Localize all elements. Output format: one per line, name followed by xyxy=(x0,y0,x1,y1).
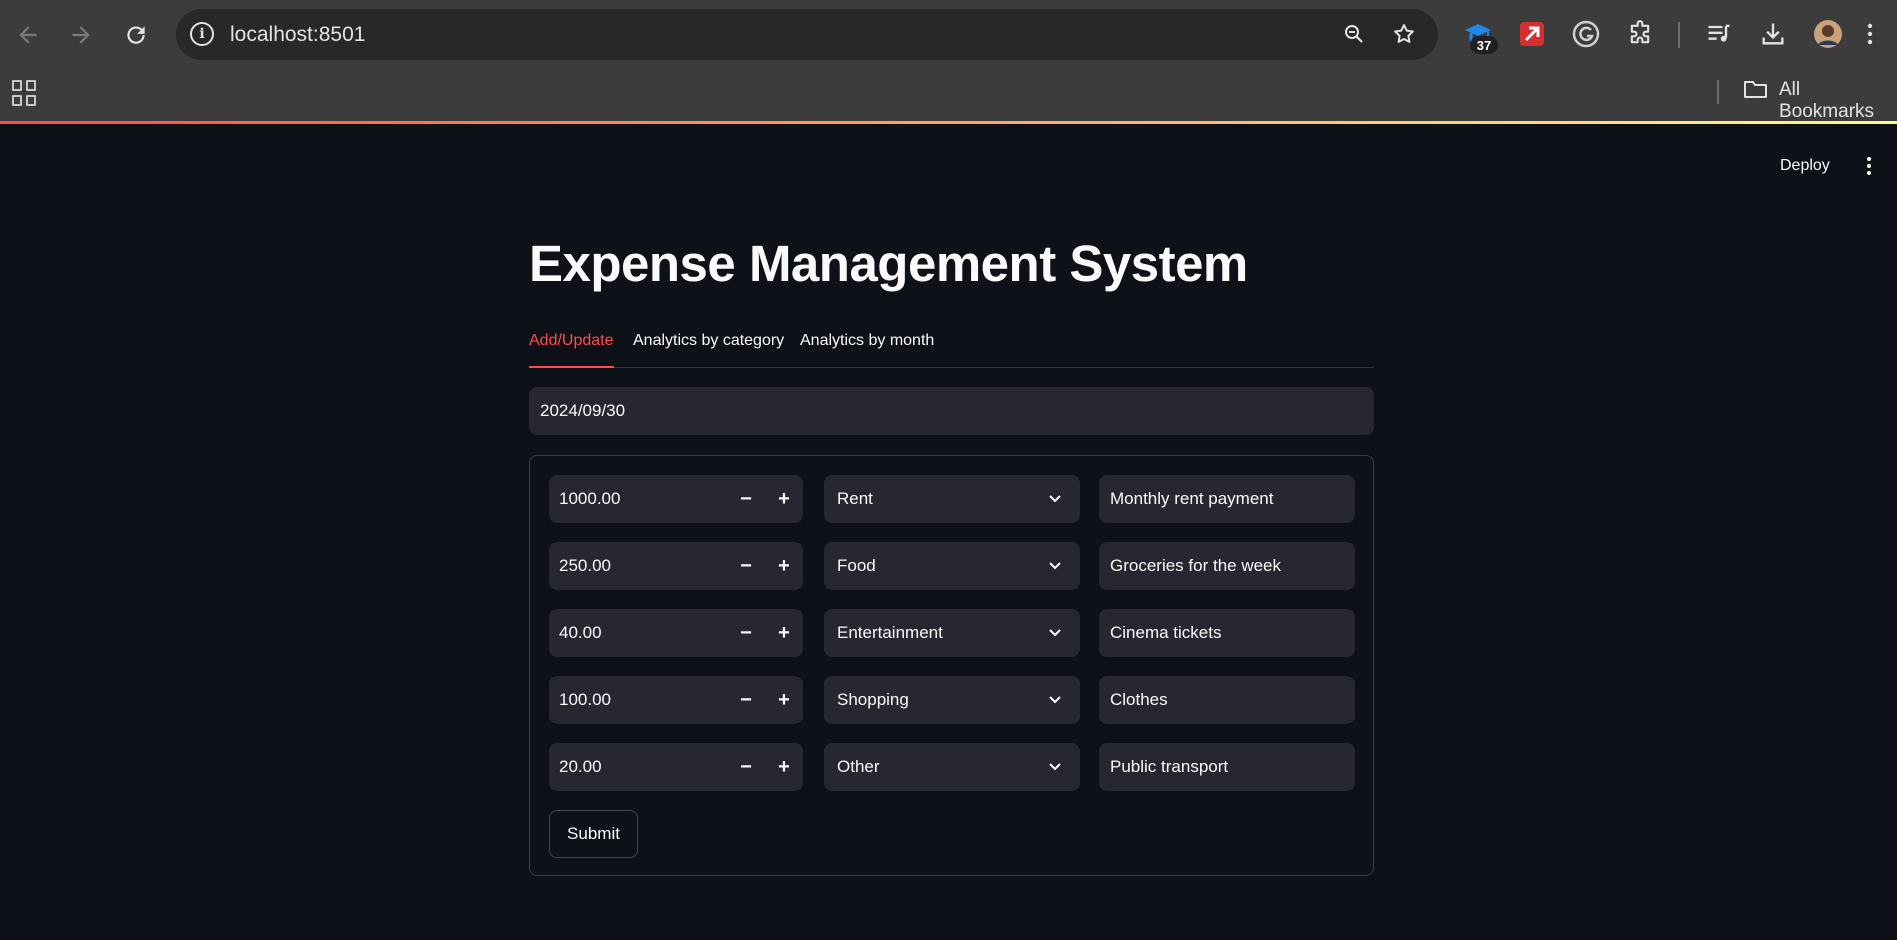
page-title: Expense Management System xyxy=(529,235,1248,292)
notes-value: Cinema tickets xyxy=(1110,623,1222,642)
decrement-button[interactable]: − xyxy=(727,542,765,590)
notes-input[interactable]: Cinema tickets xyxy=(1099,609,1355,657)
site-info-icon[interactable]: i xyxy=(190,22,214,46)
browser-toolbar: i localhost:8501 37 xyxy=(0,0,1897,70)
date-input[interactable]: 2024/09/30 xyxy=(529,387,1374,435)
expense-form: 1000.00 − + Rent Monthly rent payment 25… xyxy=(529,455,1374,876)
deploy-button[interactable]: Deploy xyxy=(1772,152,1838,180)
expense-row: 100.00 − + Shopping Clothes xyxy=(530,676,1375,724)
bookmarks-divider xyxy=(1717,80,1719,104)
amount-value: 100.00 xyxy=(559,690,611,709)
increment-button[interactable]: + xyxy=(765,475,803,523)
amount-input[interactable]: 250.00 − + xyxy=(549,542,803,590)
apps-grid-icon[interactable] xyxy=(12,80,38,106)
folder-icon[interactable] xyxy=(1743,79,1768,99)
tab-add-update[interactable]: Add/Update xyxy=(529,330,614,368)
chevron-down-icon xyxy=(1049,696,1061,704)
amount-input[interactable]: 100.00 − + xyxy=(549,676,803,724)
address-bar[interactable]: i localhost:8501 xyxy=(176,9,1438,60)
back-icon[interactable] xyxy=(10,17,46,53)
chevron-down-icon xyxy=(1049,629,1061,637)
tab-analytics-by-category[interactable]: Analytics by category xyxy=(633,330,784,368)
decrement-button[interactable]: − xyxy=(727,609,765,657)
category-value: Shopping xyxy=(837,690,909,709)
submit-button[interactable]: Submit xyxy=(549,810,638,858)
profile-avatar-icon[interactable] xyxy=(1812,18,1844,50)
expense-row: 250.00 − + Food Groceries for the week xyxy=(530,542,1375,590)
forward-icon[interactable] xyxy=(63,17,99,53)
increment-button[interactable]: + xyxy=(765,609,803,657)
arrow-extension-icon[interactable] xyxy=(1516,18,1548,50)
amount-value: 1000.00 xyxy=(559,489,621,508)
decrement-button[interactable]: − xyxy=(727,676,765,724)
notes-value: Monthly rent payment xyxy=(1110,489,1274,508)
chevron-down-icon xyxy=(1049,763,1061,771)
reload-icon[interactable] xyxy=(118,17,154,53)
notes-value: Public transport xyxy=(1110,757,1229,776)
increment-button[interactable]: + xyxy=(765,743,803,791)
decrement-button[interactable]: − xyxy=(727,743,765,791)
category-select[interactable]: Entertainment xyxy=(824,609,1080,657)
category-value: Other xyxy=(837,757,880,776)
extensions-puzzle-icon[interactable] xyxy=(1624,18,1656,50)
notes-input[interactable]: Monthly rent payment xyxy=(1099,475,1355,523)
category-select[interactable]: Shopping xyxy=(824,676,1080,724)
category-select[interactable]: Rent xyxy=(824,475,1080,523)
bookmark-star-icon[interactable] xyxy=(1390,20,1418,48)
amount-value: 250.00 xyxy=(559,556,611,575)
increment-button[interactable]: + xyxy=(765,676,803,724)
notes-value: Groceries for the week xyxy=(1110,556,1282,575)
category-select[interactable]: Food xyxy=(824,542,1080,590)
amount-input[interactable]: 40.00 − + xyxy=(549,609,803,657)
category-value: Entertainment xyxy=(837,623,943,642)
address-url: localhost:8501 xyxy=(230,23,366,46)
expense-row: 40.00 − + Entertainment Cinema tickets xyxy=(530,609,1375,657)
browser-menu-icon[interactable] xyxy=(1860,18,1880,50)
notes-value: Clothes xyxy=(1110,690,1168,709)
expense-row: 1000.00 − + Rent Monthly rent payment xyxy=(530,475,1375,523)
tab-bar: Add/Update Analytics by category Analyti… xyxy=(529,330,1374,368)
amount-value: 20.00 xyxy=(559,757,602,776)
amount-input[interactable]: 1000.00 − + xyxy=(549,475,803,523)
decrement-button[interactable]: − xyxy=(727,475,765,523)
category-value: Rent xyxy=(837,489,873,508)
notes-input[interactable]: Clothes xyxy=(1099,676,1355,724)
notes-input[interactable]: Public transport xyxy=(1099,743,1355,791)
download-icon[interactable] xyxy=(1757,18,1789,50)
zoom-icon[interactable] xyxy=(1340,20,1368,48)
bookmarks-bar: All Bookmarks xyxy=(0,70,1897,122)
media-queue-icon[interactable] xyxy=(1703,18,1735,50)
amount-input[interactable]: 20.00 − + xyxy=(549,743,803,791)
increment-button[interactable]: + xyxy=(765,542,803,590)
toolbar-divider xyxy=(1678,22,1680,48)
amount-value: 40.00 xyxy=(559,623,602,642)
category-value: Food xyxy=(837,556,876,575)
notes-input[interactable]: Groceries for the week xyxy=(1099,542,1355,590)
extension-badge: 37 xyxy=(1470,36,1498,54)
category-select[interactable]: Other xyxy=(824,743,1080,791)
chevron-down-icon xyxy=(1049,495,1061,503)
app-header-decoration xyxy=(0,121,1897,124)
tab-analytics-by-month[interactable]: Analytics by month xyxy=(800,330,934,368)
all-bookmarks-link[interactable]: All Bookmarks xyxy=(1779,79,1897,123)
main-menu-icon[interactable] xyxy=(1860,152,1878,180)
grammarly-icon[interactable] xyxy=(1570,18,1602,50)
chevron-down-icon xyxy=(1049,562,1061,570)
expense-row: 20.00 − + Other Public transport xyxy=(530,743,1375,791)
